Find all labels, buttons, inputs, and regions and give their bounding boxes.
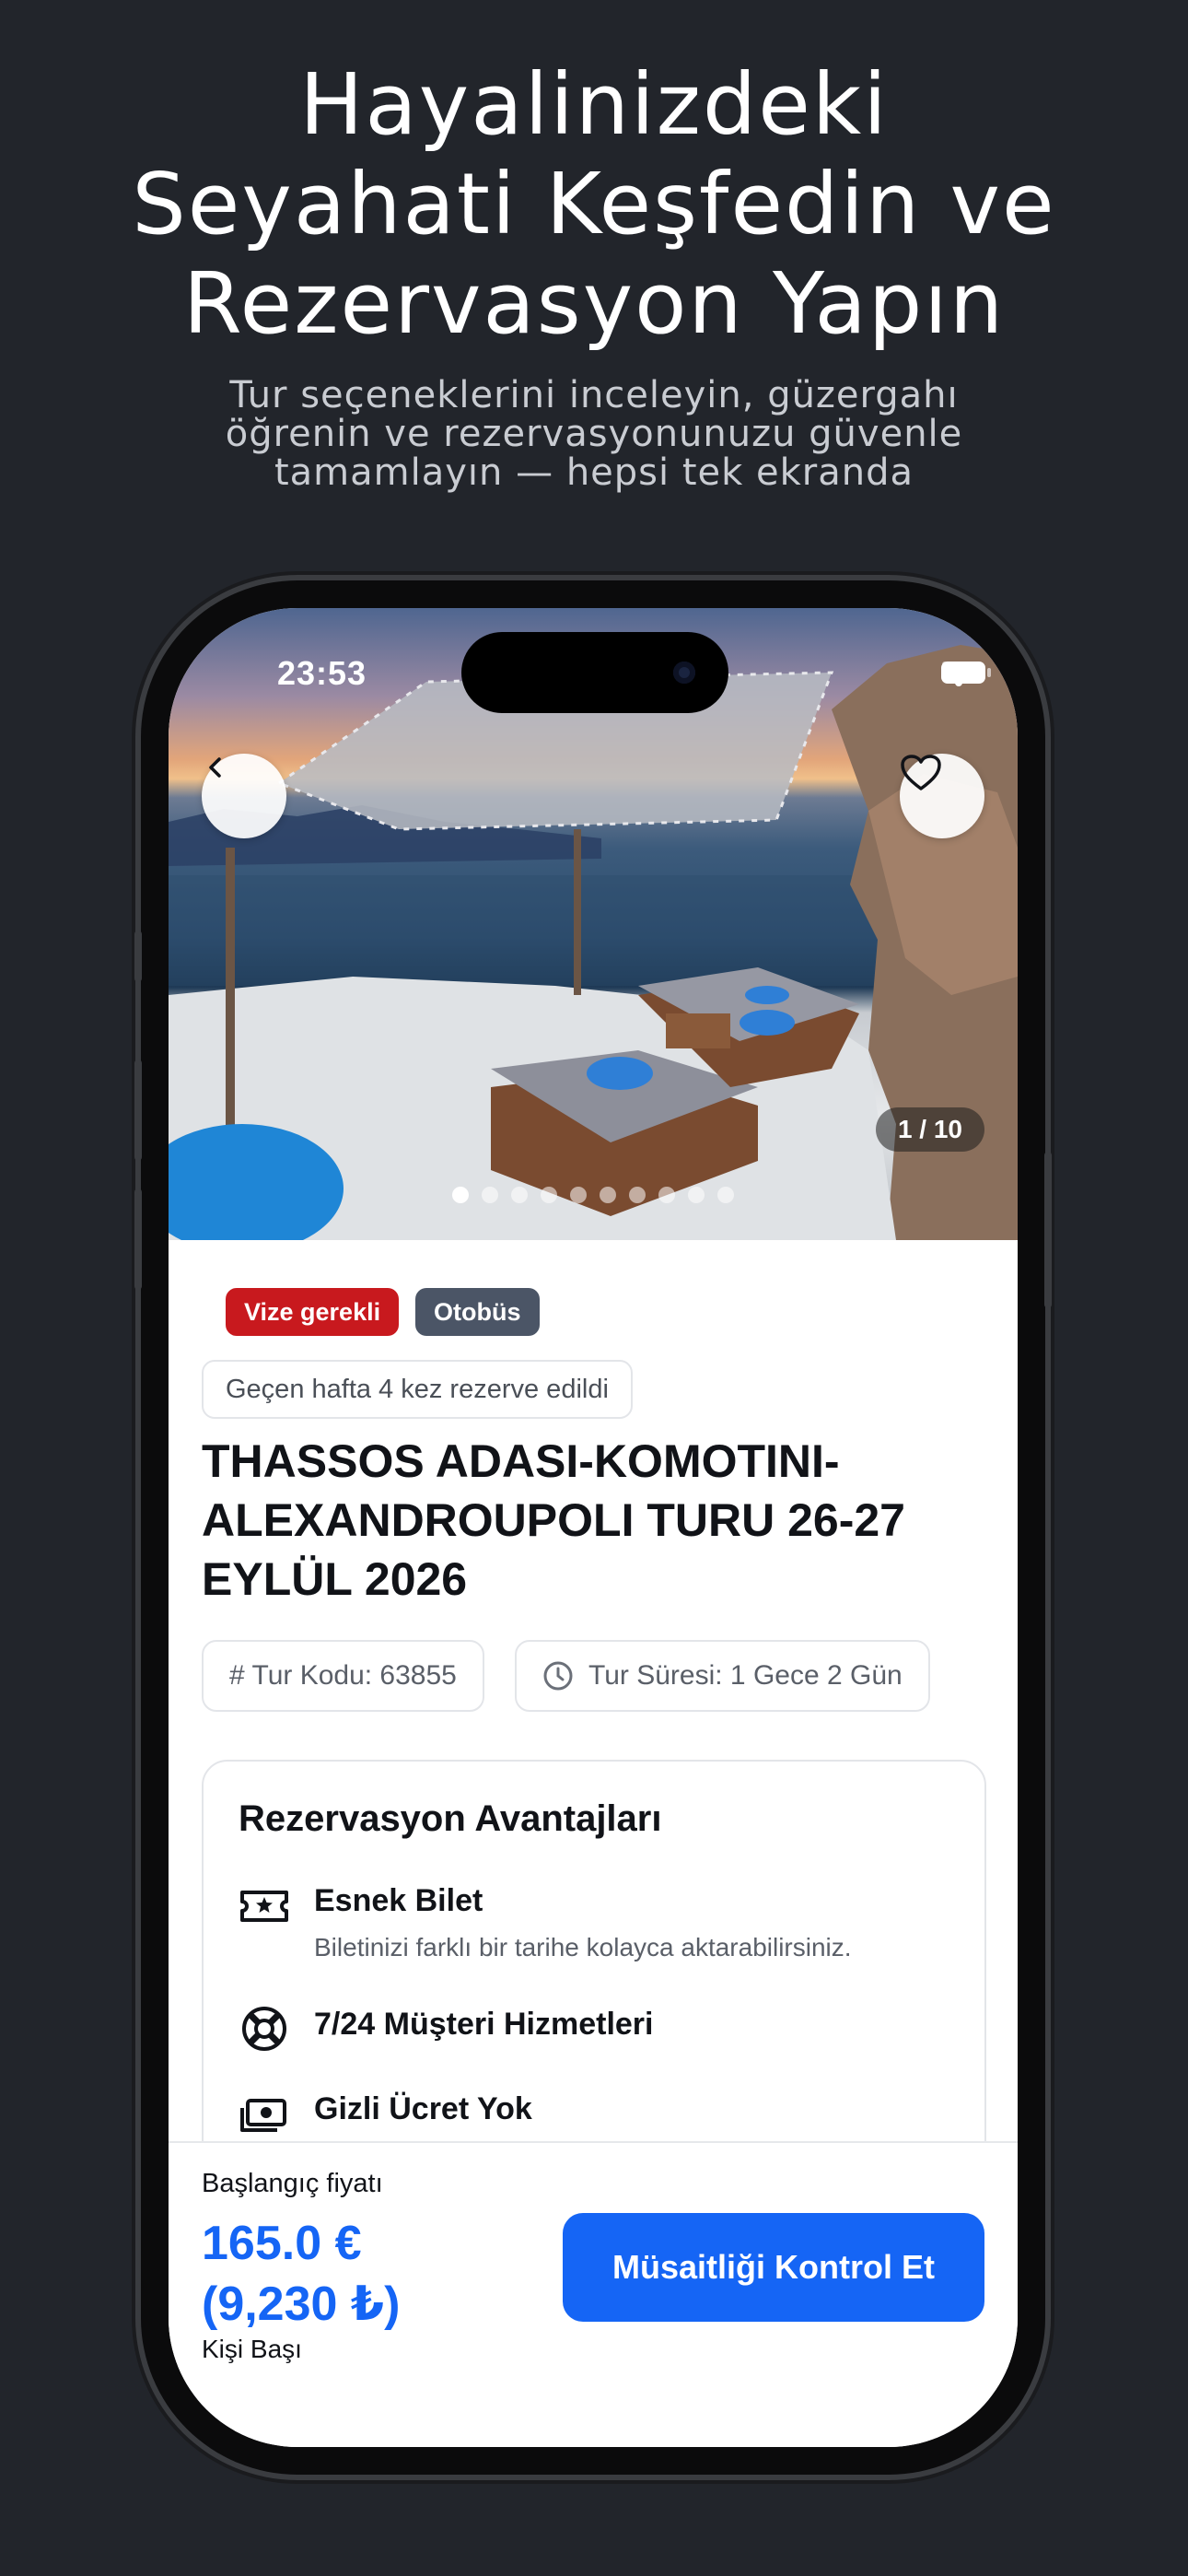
phone-volume-down-button (134, 1188, 142, 1290)
gallery-dot[interactable] (511, 1187, 528, 1203)
headline-line-1: Hayalinizdeki (299, 55, 889, 154)
benefit-title: Gizli Ücret Yok (314, 2091, 532, 2126)
tour-title: THASSOS ADASI-KOMOTINI-ALEXANDROUPOLI TU… (202, 1435, 905, 1605)
gallery-dot[interactable] (482, 1187, 498, 1203)
phone-screen: 23:53 1 / 10 Vize gerekli Otobüs Geçen h… (169, 608, 1018, 2447)
benefit-desc: Biletinizi farklı bir tarihe kolayca akt… (314, 1933, 852, 1961)
gallery-dot[interactable] (658, 1187, 675, 1203)
gallery-pagination[interactable] (169, 1187, 1018, 1203)
subtitle-line-1: Tur seçeneklerini inceleyin, güzergahı (229, 374, 959, 416)
benefit-title: 7/24 Müşteri Hizmetleri (314, 2007, 654, 2042)
clock-icon (543, 1661, 573, 1691)
subtitle: Tur seçeneklerini inceleyin, güzergahı ö… (0, 376, 1188, 492)
benefit-customer-service: 7/24 Müşteri Hizmetleri (239, 2003, 957, 2058)
price-eur: 165.0 € (202, 2217, 362, 2270)
lifebuoy-icon (242, 2007, 286, 2051)
money-icon (240, 2099, 286, 2132)
tour-code: # Tur Kodu: 63855 (229, 1660, 457, 1691)
front-camera-icon (673, 662, 695, 684)
headline-line-3: Rezervasyon Yapın (182, 254, 1006, 353)
tour-duration: Tur Süresi: 1 Gece 2 Gün (588, 1660, 903, 1691)
dynamic-island (461, 632, 728, 713)
gallery-dot[interactable] (717, 1187, 734, 1203)
subtitle-line-2: öğrenin ve rezervasyonunuzu güvenle (225, 413, 963, 455)
price-try: (9,230 ₺) (202, 2277, 401, 2331)
gallery-dot[interactable] (600, 1187, 616, 1203)
battery-icon (941, 662, 991, 684)
gallery-dot[interactable] (452, 1187, 469, 1203)
gallery-dot[interactable] (570, 1187, 587, 1203)
heart-outline-icon (901, 755, 941, 790)
tour-duration-chip: Tur Süresi: 1 Gece 2 Gün (515, 1640, 930, 1712)
subtitle-line-3: tamamlayın — hepsi tek ekranda (274, 451, 914, 494)
back-button[interactable] (202, 754, 286, 838)
ticket-star-icon (240, 1891, 288, 1922)
benefit-flexible-ticket: Esnek Bilet Biletinizi farklı bir tarihe… (239, 1879, 957, 1981)
headline: Hayalinizdeki Seyahati Keşfedin ve Rezer… (0, 55, 1188, 354)
status-time: 23:53 (277, 654, 367, 692)
gallery-dot[interactable] (629, 1187, 646, 1203)
gallery-counter: 1 / 10 (875, 1107, 984, 1152)
tag-visa-required: Vize gerekli (226, 1288, 400, 1336)
per-person-label: Kişi Başı (202, 2335, 302, 2363)
price-label: Başlangıç fiyatı (202, 2169, 383, 2198)
tour-code-chip: # Tur Kodu: 63855 (202, 1640, 484, 1712)
favorite-button[interactable] (900, 754, 984, 838)
booking-bar: Başlangıç fiyatı 165.0 € (9,230 ₺) Kişi … (169, 2141, 1018, 2447)
gallery-dot[interactable] (541, 1187, 557, 1203)
gallery-dot[interactable] (688, 1187, 705, 1203)
popularity-badge: Geçen hafta 4 kez rezerve edildi (202, 1360, 633, 1419)
phone-action-button (134, 931, 142, 982)
benefit-no-hidden-fees: Gizli Ücret Yok (239, 2088, 957, 2143)
tour-photo-gallery[interactable]: 23:53 1 / 10 (169, 608, 1018, 1240)
price: 165.0 € (9,230 ₺) (202, 2213, 400, 2335)
tag-transport-bus: Otobüs (415, 1288, 540, 1336)
phone-power-button (1044, 1152, 1052, 1308)
chevron-left-icon (209, 757, 221, 778)
check-availability-button[interactable]: Müsaitliği Kontrol Et (563, 2213, 984, 2322)
phone-volume-up-button (134, 1060, 142, 1161)
advantages-title: Rezervasyon Avantajları (239, 1798, 662, 1839)
benefit-title: Esnek Bilet (314, 1883, 483, 1918)
headline-line-2: Seyahati Keşfedin ve (132, 155, 1056, 253)
